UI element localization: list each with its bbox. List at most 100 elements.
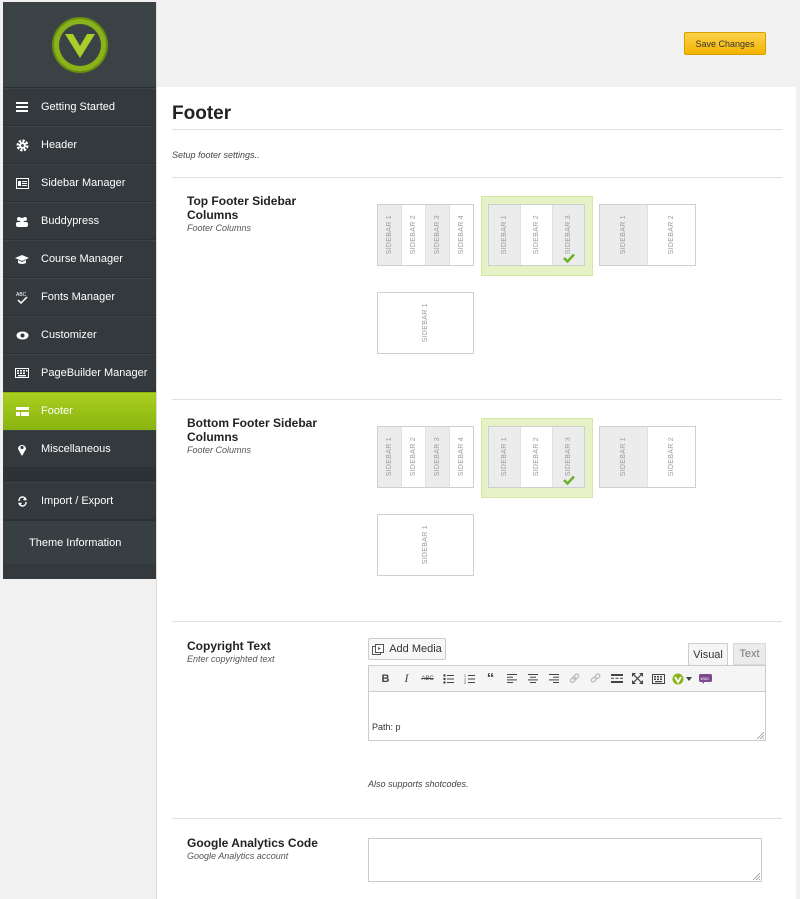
- layout-option-1-column[interactable]: SIDEBAR 1: [377, 292, 474, 354]
- layout-column: SIDEBAR 2: [521, 205, 553, 265]
- layout-option-1-column[interactable]: SIDEBAR 1: [377, 514, 474, 576]
- save-changes-button[interactable]: Save Changes: [684, 32, 766, 55]
- layout-column: SIDEBAR 3: [553, 427, 584, 487]
- resize-grip-icon[interactable]: [752, 872, 760, 880]
- sidebar-item-label: Sidebar Manager: [41, 177, 126, 189]
- menu-icon: [3, 102, 41, 112]
- check-icon: [562, 253, 575, 263]
- layout-column: SIDEBAR 3: [426, 205, 450, 265]
- sidebar-item-label: Buddypress: [41, 215, 100, 227]
- strikethrough-button[interactable]: ABC: [417, 669, 438, 689]
- chevron-down-icon: [686, 676, 692, 681]
- layout-option-3-columns[interactable]: SIDEBAR 1 SIDEBAR 2 SIDEBAR 3: [488, 204, 585, 266]
- layout-option-2-columns[interactable]: SIDEBAR 1 SIDEBAR 2: [599, 204, 696, 266]
- woo-shortcode-button[interactable]: woo: [695, 669, 716, 689]
- sidebar-item-course-manager[interactable]: Course Manager: [3, 240, 156, 278]
- logo-area: [3, 2, 156, 88]
- kitchen-sink-button[interactable]: [648, 669, 669, 689]
- sidebar-item-label: Footer: [41, 405, 73, 417]
- top-bar: Save Changes: [157, 2, 796, 87]
- sidebar-item-sidebar-manager[interactable]: Sidebar Manager: [3, 164, 156, 202]
- numbered-list-button[interactable]: 123: [459, 669, 480, 689]
- add-media-button[interactable]: Add Media: [368, 638, 446, 660]
- editor-toolbar: B I ABC 123 “ woo: [368, 665, 766, 692]
- sidebar-item-label: Header: [41, 139, 78, 151]
- layout-column: SIDEBAR 4: [458, 215, 465, 255]
- fullscreen-button[interactable]: [627, 669, 648, 689]
- align-right-icon: [548, 674, 559, 683]
- svg-text:ABC: ABC: [16, 292, 27, 298]
- sidebar-item-miscellaneous[interactable]: Miscellaneous: [3, 430, 156, 468]
- analytics-code-textarea[interactable]: [368, 838, 762, 882]
- shortcode-dropdown-button[interactable]: [669, 669, 695, 689]
- media-icon: [372, 643, 385, 655]
- sidebar-item-label: Miscellaneous: [41, 443, 111, 455]
- layout-column: SIDEBAR 2: [402, 205, 426, 265]
- refresh-icon: [3, 495, 41, 507]
- sidebar-item-getting-started[interactable]: Getting Started: [3, 88, 156, 126]
- tab-text[interactable]: Text: [733, 643, 766, 665]
- align-center-button[interactable]: [522, 669, 543, 689]
- layout-column: SIDEBAR 2: [668, 437, 675, 477]
- layout-column: SIDEBAR 1: [422, 303, 429, 343]
- layout-column: SIDEBAR 2: [521, 427, 553, 487]
- resize-grip-icon[interactable]: [756, 731, 764, 739]
- sidebar-item-fonts-manager[interactable]: ABC Fonts Manager: [3, 278, 156, 316]
- layout-option-4-columns[interactable]: SIDEBAR 1 SIDEBAR 2 SIDEBAR 3 SIDEBAR 4: [377, 204, 474, 266]
- layout-column: SIDEBAR 1: [600, 427, 648, 487]
- align-center-icon: [527, 674, 538, 683]
- eye-icon: [3, 331, 41, 340]
- more-tag-icon: [610, 674, 623, 683]
- footer-icon: [3, 406, 41, 416]
- copyright-editor[interactable]: Path: p: [368, 692, 766, 741]
- layout-column: SIDEBAR 1: [422, 525, 429, 565]
- layout-column: SIDEBAR 1: [378, 427, 402, 487]
- page-title: Footer: [172, 103, 232, 124]
- link-icon: [569, 673, 580, 684]
- fullscreen-icon: [632, 673, 643, 684]
- sidebar-item-label: Getting Started: [41, 101, 115, 113]
- analytics-title: Google Analytics Code: [187, 836, 318, 850]
- top-footer-title: Top Footer Sidebar Columns: [187, 194, 297, 222]
- divider: [172, 399, 782, 400]
- map-pin-icon: [3, 443, 41, 456]
- sidebar-item-header[interactable]: Header: [3, 126, 156, 164]
- insert-link-button[interactable]: [564, 669, 585, 689]
- sidebar-item-buddypress[interactable]: Buddypress: [3, 202, 156, 240]
- divider: [172, 129, 782, 130]
- abc-check-icon: ABC: [3, 291, 41, 304]
- bullet-list-button[interactable]: [438, 669, 459, 689]
- layout-column: SIDEBAR 1: [600, 205, 648, 265]
- align-left-button[interactable]: [501, 669, 522, 689]
- divider: [172, 621, 782, 622]
- blockquote-button[interactable]: “: [480, 669, 501, 689]
- numbered-list-icon: 123: [464, 674, 475, 684]
- tab-visual[interactable]: Visual: [688, 643, 728, 665]
- align-left-icon: [506, 674, 517, 683]
- users-icon: [3, 216, 41, 227]
- theme-logo: [51, 16, 108, 73]
- copyright-subtitle: Enter copyrighted text: [187, 654, 275, 664]
- layout-column: SIDEBAR 3: [553, 205, 584, 265]
- sidebar-item-import-export[interactable]: Import / Export: [3, 482, 156, 520]
- main-panel: Save Changes Footer Setup footer setting…: [156, 2, 796, 899]
- layout-option-3-columns[interactable]: SIDEBAR 1 SIDEBAR 2 SIDEBAR 3: [488, 426, 585, 488]
- layout-column: SIDEBAR 2: [668, 215, 675, 255]
- keyboard-icon: [3, 368, 41, 378]
- remove-link-button[interactable]: [585, 669, 606, 689]
- bold-button[interactable]: B: [375, 669, 396, 689]
- layout-option-2-columns[interactable]: SIDEBAR 1 SIDEBAR 2: [599, 426, 696, 488]
- sidebar-item-theme-information[interactable]: Theme Information: [3, 520, 156, 564]
- sidebar-item-customizer[interactable]: Customizer: [3, 316, 156, 354]
- align-right-button[interactable]: [543, 669, 564, 689]
- sidebar-item-footer[interactable]: Footer: [3, 392, 156, 430]
- svg-text:3: 3: [464, 681, 466, 684]
- sidebar-item-pagebuilder-manager[interactable]: PageBuilder Manager: [3, 354, 156, 392]
- insert-more-button[interactable]: [606, 669, 627, 689]
- layout-option-4-columns[interactable]: SIDEBAR 1 SIDEBAR 2 SIDEBAR 3 SIDEBAR 4: [377, 426, 474, 488]
- gear-icon: [3, 139, 41, 152]
- sidebar-divider: [3, 468, 156, 482]
- page-description: Setup footer settings..: [172, 150, 260, 160]
- sidebar-item-label: Theme Information: [29, 536, 122, 549]
- italic-button[interactable]: I: [396, 669, 417, 689]
